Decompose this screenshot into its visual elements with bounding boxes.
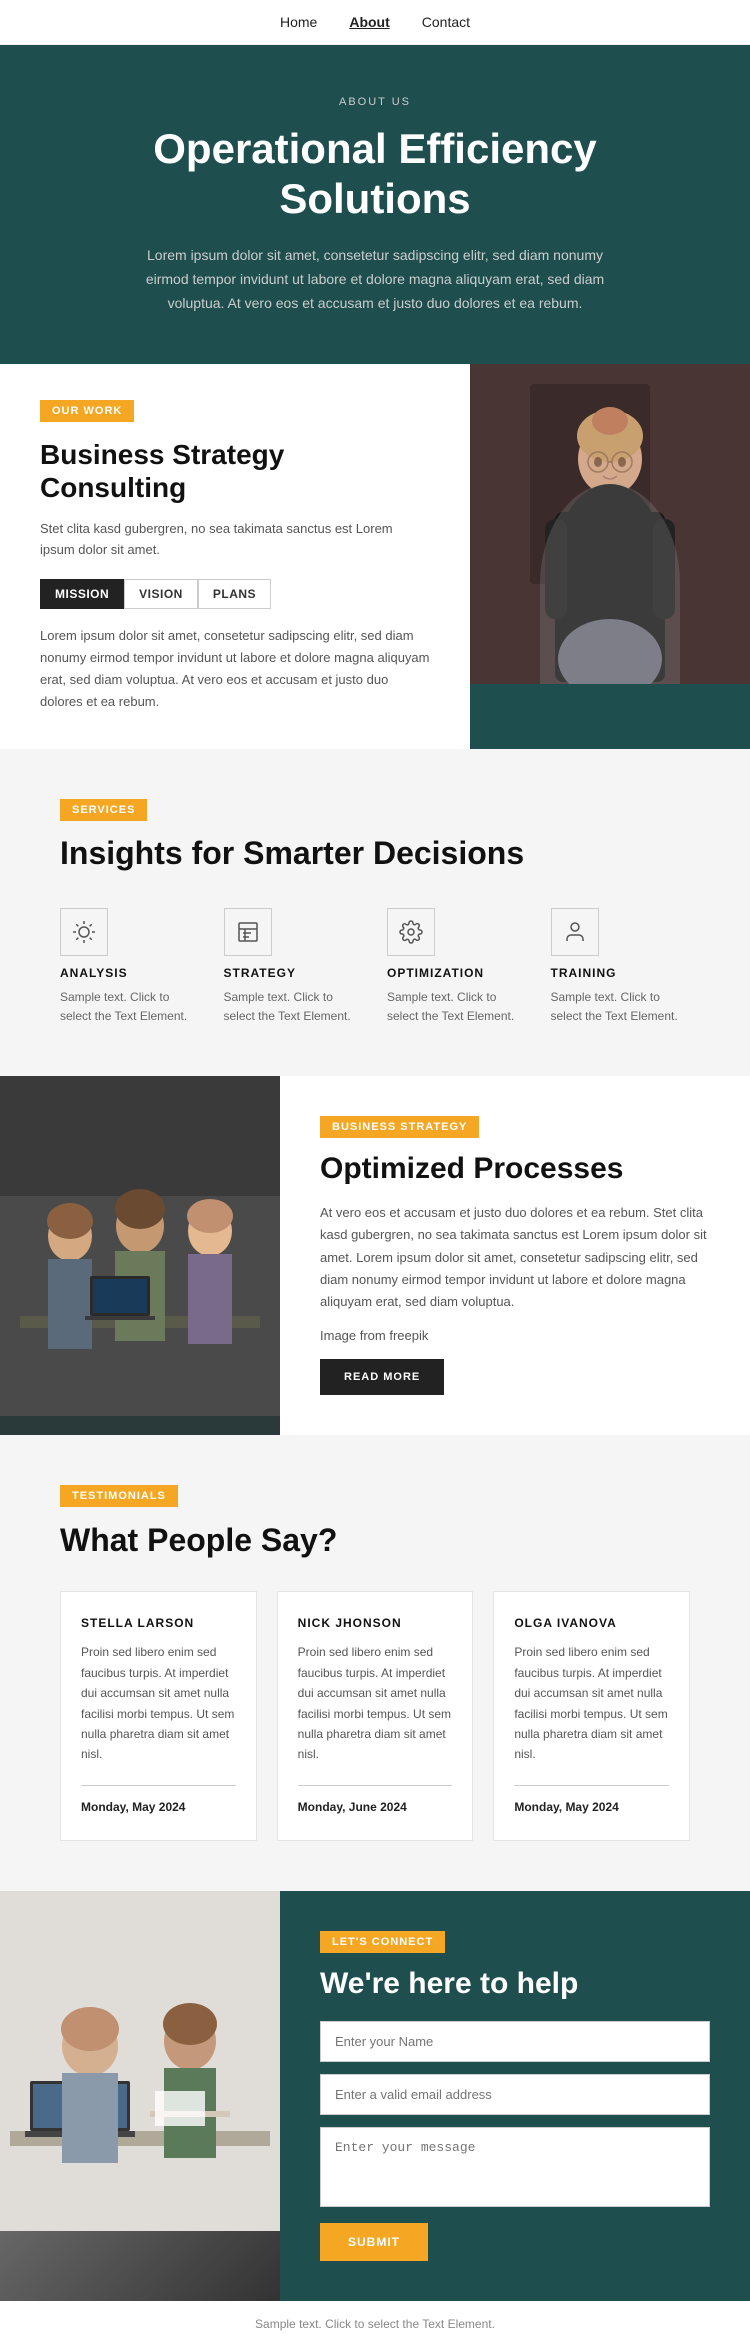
submit-button[interactable]: SUBMIT <box>320 2223 428 2261</box>
hero-title: Operational Efficiency Solutions <box>120 124 630 225</box>
name-input[interactable] <box>320 2021 710 2062</box>
read-more-button[interactable]: READ MORE <box>320 1359 444 1395</box>
testimonial-date-1: Monday, May 2024 <box>81 1800 185 1814</box>
tab-plans[interactable]: PLANS <box>198 579 271 609</box>
team-image <box>0 1076 280 1416</box>
testimonial-date-2: Monday, June 2024 <box>298 1800 407 1814</box>
our-work-content: Our Work Business Strategy Consulting St… <box>0 364 470 749</box>
divider-3 <box>514 1785 669 1786</box>
analysis-label: ANALYSIS <box>60 966 200 980</box>
contact-badge: LET'S CONNECT <box>320 1931 445 1953</box>
testimonials-section: Testimonials What People Say? STELLA LAR… <box>0 1435 750 1891</box>
optimization-label: OPTIMIZATION <box>387 966 527 980</box>
services-badge: Services <box>60 799 147 821</box>
contact-image <box>0 1891 280 2301</box>
strategy-label: STRATEGY <box>224 966 364 980</box>
person-image <box>470 364 750 684</box>
hero-section: About Us Operational Efficiency Solution… <box>0 45 750 364</box>
services-grid: ANALYSIS Sample text. Click to select th… <box>60 908 690 1026</box>
image-credit: Image from freepik <box>320 1325 710 1347</box>
testimonial-text-3: Proin sed libero enim sed faucibus turpi… <box>514 1642 669 1764</box>
optimization-icon <box>387 908 435 956</box>
testimonials-grid: STELLA LARSON Proin sed libero enim sed … <box>60 1591 690 1840</box>
our-work-image <box>470 364 750 749</box>
email-input[interactable] <box>320 2074 710 2115</box>
contact-form: LET'S CONNECT We're here to help SUBMIT <box>280 1891 750 2301</box>
training-text: Sample text. Click to select the Text El… <box>551 988 691 1026</box>
divider-1 <box>81 1785 236 1786</box>
navigation: Home About Contact <box>0 0 750 45</box>
contact-title: We're here to help <box>320 1967 710 2001</box>
contact-office-image <box>0 1891 280 2301</box>
analysis-text: Sample text. Click to select the Text El… <box>60 988 200 1026</box>
training-icon <box>551 908 599 956</box>
our-work-section: Our Work Business Strategy Consulting St… <box>0 364 750 749</box>
nav-home[interactable]: Home <box>280 14 317 30</box>
testimonial-name-3: OLGA IVANOVA <box>514 1616 669 1630</box>
optimized-image <box>0 1076 280 1435</box>
message-input[interactable] <box>320 2127 710 2207</box>
services-section: Services Insights for Smarter Decisions … <box>0 749 750 1076</box>
hero-above-title: About Us <box>135 93 615 112</box>
tab-mission[interactable]: MISSION <box>40 579 124 609</box>
testimonial-text-1: Proin sed libero enim sed faucibus turpi… <box>81 1642 236 1764</box>
testimonial-name-1: STELLA LARSON <box>81 1616 236 1630</box>
strategy-icon <box>224 908 272 956</box>
optimization-text: Sample text. Click to select the Text El… <box>387 988 527 1026</box>
analysis-icon <box>60 908 108 956</box>
our-work-title: Business Strategy Consulting <box>40 438 430 505</box>
our-work-sub-desc: Stet clita kasd gubergren, no sea takima… <box>40 519 430 561</box>
divider-2 <box>298 1785 453 1786</box>
footer-note: Sample text. Click to select the Text El… <box>0 2301 750 2347</box>
training-label: TRAINING <box>551 966 691 980</box>
testimonials-badge: Testimonials <box>60 1485 178 1507</box>
optimized-section: Business Strategy Optimized Processes At… <box>0 1076 750 1435</box>
testimonial-name-2: NICK JHONSON <box>298 1616 453 1630</box>
testimonial-olga: OLGA IVANOVA Proin sed libero enim sed f… <box>493 1591 690 1840</box>
strategy-text: Sample text. Click to select the Text El… <box>224 988 364 1026</box>
optimized-body: At vero eos et accusam et justo duo dolo… <box>320 1202 710 1312</box>
our-work-body: Lorem ipsum dolor sit amet, consetetur s… <box>40 625 430 713</box>
optimized-badge: Business Strategy <box>320 1116 479 1138</box>
testimonial-stella: STELLA LARSON Proin sed libero enim sed … <box>60 1591 257 1840</box>
testimonial-text-2: Proin sed libero enim sed faucibus turpi… <box>298 1642 453 1764</box>
testimonials-title: What People Say? <box>60 1521 690 1559</box>
services-title: Insights for Smarter Decisions <box>60 835 690 872</box>
nav-contact[interactable]: Contact <box>422 14 470 30</box>
tab-vision[interactable]: VISION <box>124 579 198 609</box>
contact-section: LET'S CONNECT We're here to help SUBMIT <box>0 1891 750 2301</box>
service-strategy: STRATEGY Sample text. Click to select th… <box>224 908 364 1026</box>
optimized-title: Optimized Processes <box>320 1152 710 1186</box>
service-optimization: OPTIMIZATION Sample text. Click to selec… <box>387 908 527 1026</box>
testimonial-nick: NICK JHONSON Proin sed libero enim sed f… <box>277 1591 474 1840</box>
service-training: TRAINING Sample text. Click to select th… <box>551 908 691 1026</box>
nav-about[interactable]: About <box>349 14 389 30</box>
hero-description: Lorem ipsum dolor sit amet, consetetur s… <box>135 244 615 315</box>
service-analysis: ANALYSIS Sample text. Click to select th… <box>60 908 200 1026</box>
our-work-tabs: MISSION VISION PLANS <box>40 579 430 609</box>
optimized-content: Business Strategy Optimized Processes At… <box>280 1076 750 1435</box>
testimonial-date-3: Monday, May 2024 <box>514 1800 618 1814</box>
our-work-badge: Our Work <box>40 400 134 422</box>
